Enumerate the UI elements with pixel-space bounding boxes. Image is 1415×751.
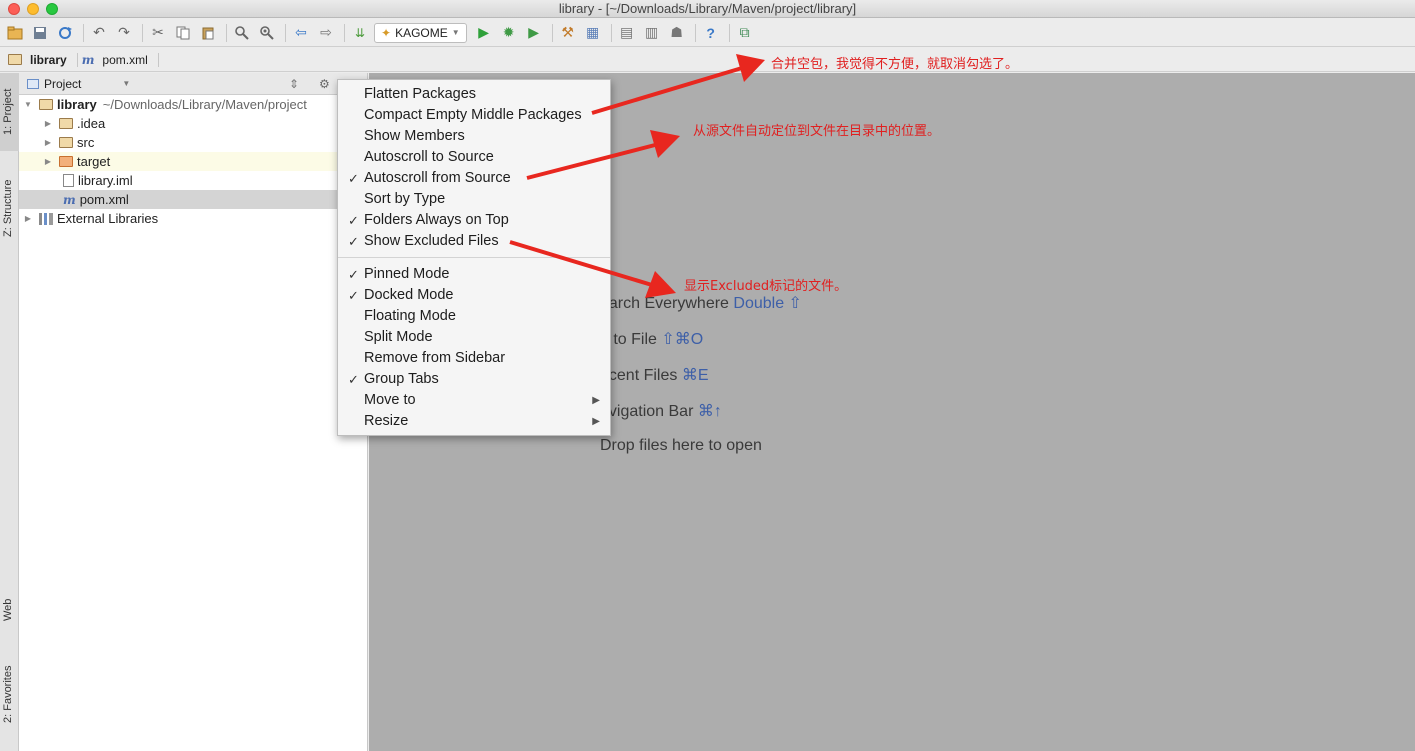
annotation-arrow-compact xyxy=(591,54,765,115)
annotation-compact-note: 合并空包，我觉得不方便，就取消勾选了。 xyxy=(771,57,1019,72)
annotation-excluded-note: 显示Excluded标记的文件。 xyxy=(684,279,848,294)
annotation-arrow-autoscroll xyxy=(526,130,680,180)
annotation-arrow-excluded xyxy=(509,240,676,298)
annotation-arrows xyxy=(509,54,765,298)
annotation-autoscroll-note: 从源文件自动定位到文件在目录中的位置。 xyxy=(693,124,941,139)
